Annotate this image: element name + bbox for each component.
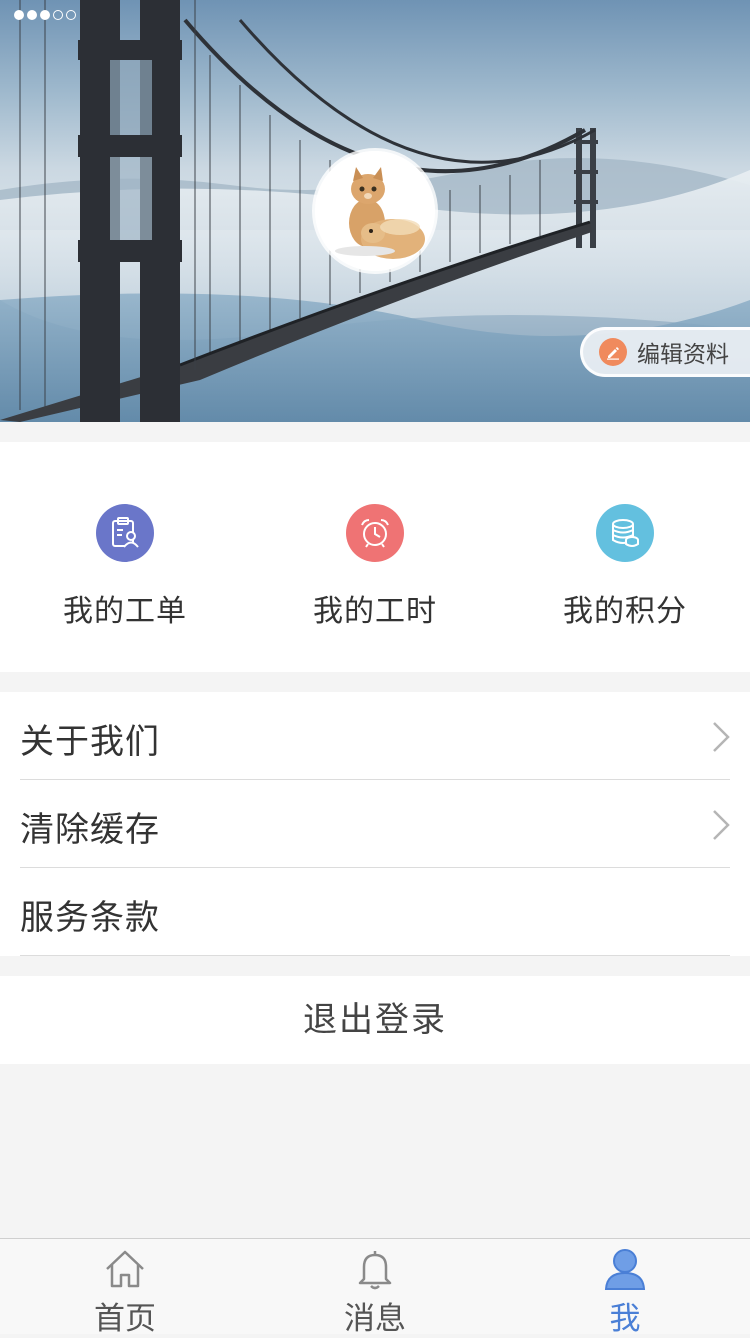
logout-button[interactable]: 退出登录 [0,976,750,1064]
tab-label: 首页 [94,1301,156,1337]
my-points-button[interactable]: 我的积分 [500,442,750,672]
user-icon [604,1249,646,1290]
menu-item-clear-cache[interactable]: 清除缓存 [0,780,750,868]
tab-home[interactable]: 首页 [0,1239,250,1337]
menu-item-terms-of-service[interactable]: 服务条款 [0,868,750,956]
my-work-hours-label: 我的工时 [313,594,437,629]
tab-label: 我 [609,1301,641,1337]
profile-header-banner: 编辑资料 [0,0,750,422]
my-work-hours-button[interactable]: 我的工时 [250,442,500,672]
chevron-right-icon [713,810,730,840]
work-order-icon [96,504,154,562]
menu-item-label: 服务条款 [20,898,160,938]
alarm-clock-icon [346,504,404,562]
bell-icon [358,1251,392,1290]
settings-menu-list: 关于我们 清除缓存 服务条款 [0,692,750,956]
signal-strength-indicator [14,10,76,20]
avatar-image [315,151,435,271]
quick-entry-panel: 我的工单 我的工时 我的积分 [0,442,750,672]
tab-label: 消息 [344,1301,406,1337]
chevron-right-icon [713,722,730,752]
tab-me[interactable]: 我 [500,1239,750,1337]
my-work-orders-button[interactable]: 我的工单 [0,442,250,672]
pencil-icon [599,338,627,366]
tab-messages[interactable]: 消息 [250,1239,500,1337]
menu-item-label: 清除缓存 [20,810,160,850]
edit-profile-label: 编辑资料 [637,342,729,368]
home-icon [106,1250,144,1288]
divider [20,955,730,956]
menu-item-about-us[interactable]: 关于我们 [0,692,750,780]
bottom-tab-bar: 首页 消息 我 [0,1238,750,1337]
menu-item-label: 关于我们 [20,722,160,762]
edit-profile-button[interactable]: 编辑资料 [580,327,750,377]
my-work-orders-label: 我的工单 [63,594,187,629]
my-points-label: 我的积分 [563,594,687,629]
avatar[interactable] [315,151,435,271]
coins-icon [596,504,654,562]
